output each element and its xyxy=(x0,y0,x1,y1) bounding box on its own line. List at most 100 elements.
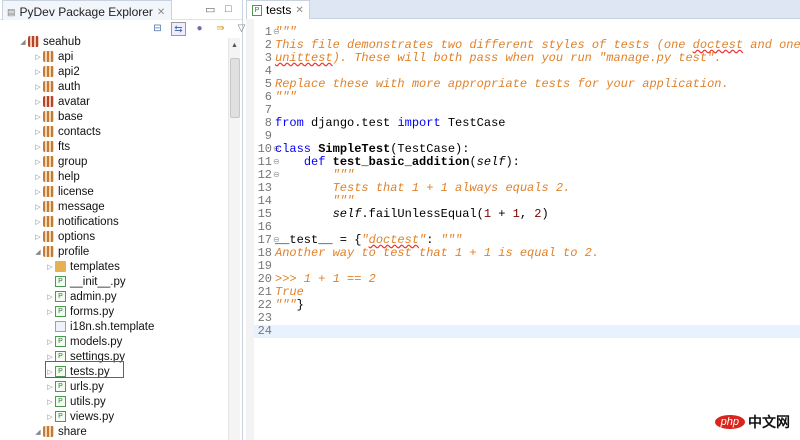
collapsed-arrow-icon[interactable]: ▷ xyxy=(33,233,43,241)
collapsed-arrow-icon[interactable]: ▷ xyxy=(33,83,43,91)
tree-item-views-py[interactable]: ▷ Pviews.py xyxy=(45,409,114,424)
tree-item-contacts[interactable]: ▷ contacts xyxy=(33,124,101,139)
python-file-icon: P xyxy=(55,381,66,392)
editor-tab-bar: P tests ✕ xyxy=(246,0,800,19)
code-line[interactable]: 22 """} xyxy=(254,299,800,312)
collapsed-arrow-icon[interactable]: ▷ xyxy=(33,68,43,76)
tree-item-group[interactable]: ▷ group xyxy=(33,154,87,169)
collapsed-arrow-icon[interactable]: ▷ xyxy=(45,353,55,361)
tree-item-models-py[interactable]: ▷ Pmodels.py xyxy=(45,334,122,349)
code-line[interactable]: 21 True xyxy=(254,286,800,299)
code-line[interactable]: 15 self.failUnlessEqual(1 + 1, 2) xyxy=(254,208,800,221)
tree-item-label: admin.py xyxy=(70,290,117,303)
tree-item-options[interactable]: ▷ options xyxy=(33,229,95,244)
collapsed-arrow-icon[interactable]: ▷ xyxy=(33,113,43,121)
collapsed-arrow-icon[interactable]: ▷ xyxy=(45,293,55,301)
tree-item-urls-py[interactable]: ▷ Purls.py xyxy=(45,379,104,394)
tree-item-label: share xyxy=(58,425,87,438)
collapsed-arrow-icon[interactable]: ▷ xyxy=(45,338,55,346)
collapsed-arrow-icon[interactable]: ▷ xyxy=(45,398,55,406)
code-line[interactable]: 5 Replace these with more appropriate tes… xyxy=(254,78,800,91)
expanded-arrow-icon[interactable]: ◢ xyxy=(33,428,43,436)
explorer-scrollbar[interactable]: ▲ xyxy=(228,38,240,440)
tree-item--init-py[interactable]: P __init__.py xyxy=(45,274,126,289)
collapsed-arrow-icon[interactable]: ▷ xyxy=(33,218,43,226)
tree-item-avatar[interactable]: ▷ avatar xyxy=(33,94,90,109)
close-icon[interactable]: ✕ xyxy=(157,7,165,18)
tree-item-utils-py[interactable]: ▷ Putils.py xyxy=(45,394,106,409)
collapsed-arrow-icon[interactable]: ▷ xyxy=(33,53,43,61)
collapsed-arrow-icon[interactable]: ▷ xyxy=(33,158,43,166)
collapsed-arrow-icon[interactable]: ▷ xyxy=(33,188,43,196)
code-line[interactable]: 24 xyxy=(254,325,800,338)
tree-item-share[interactable]: ◢ share xyxy=(33,424,87,439)
python-file-icon: P xyxy=(55,396,66,407)
tree-item-auth[interactable]: ▷ auth xyxy=(33,79,80,94)
filter-icon[interactable]: ● xyxy=(192,22,207,36)
collapsed-arrow-icon[interactable]: ▷ xyxy=(45,263,55,271)
folder-icon xyxy=(55,261,66,272)
expanded-arrow-icon[interactable]: ◢ xyxy=(33,248,43,256)
code-text: """ xyxy=(275,91,297,104)
python-file-icon: P xyxy=(55,336,66,347)
tree-item-api[interactable]: ▷ api xyxy=(33,49,73,64)
collapsed-arrow-icon[interactable]: ▷ xyxy=(33,173,43,181)
tree-item-notifications[interactable]: ▷ notifications xyxy=(33,214,118,229)
code-token: django.test xyxy=(303,116,398,130)
collapsed-arrow-icon[interactable]: ▷ xyxy=(33,203,43,211)
collapse-all-icon[interactable]: ⊟ xyxy=(150,22,165,36)
code-line[interactable]: 18 Another way to test that 1 + 1 is equa… xyxy=(254,247,800,260)
tab-tests[interactable]: P tests ✕ xyxy=(246,0,310,19)
code-token: """ xyxy=(275,90,297,104)
collapsed-arrow-icon[interactable]: ▷ xyxy=(33,143,43,151)
collapsed-arrow-icon[interactable]: ▷ xyxy=(33,128,43,136)
minimize-icon[interactable]: ▭ xyxy=(205,3,215,16)
tree-item-label: license xyxy=(58,185,94,198)
package-icon xyxy=(43,51,54,62)
tree-item-templates[interactable]: ▷ templates xyxy=(45,259,120,274)
code-token: " xyxy=(361,233,369,247)
package-explorer-panel: ▤ PyDev Package Explorer ✕ ▭ □ ⊟ ⇆ ● ⇛ ▽… xyxy=(0,0,245,440)
forward-icon[interactable]: ⇛ xyxy=(213,22,228,36)
tree-item-api2[interactable]: ▷ api2 xyxy=(33,64,80,79)
code-text: unittest). These will both pass when you… xyxy=(275,52,721,65)
expanded-arrow-icon[interactable]: ◢ xyxy=(18,38,28,46)
code-line[interactable]: 8 from django.test import TestCase xyxy=(254,117,800,130)
code-token: Tests that 1 + 1 always equals 2. xyxy=(275,181,571,195)
tree-item-admin-py[interactable]: ▷ Padmin.py xyxy=(45,289,117,304)
code-token: Replace these with more appropriate test… xyxy=(275,77,729,91)
code-token: doctest xyxy=(692,38,744,52)
scroll-up-icon[interactable]: ▲ xyxy=(229,42,240,49)
code-area[interactable]: 1 ⊖ """ 2 This file demonstrates two differe… xyxy=(254,19,800,440)
tree-item-forms-py[interactable]: ▷ Pforms.py xyxy=(45,304,114,319)
tree-item-label: utils.py xyxy=(70,395,106,408)
line-number: 24 xyxy=(257,324,272,338)
code-line[interactable]: 23 xyxy=(254,312,800,325)
link-with-editor-icon[interactable]: ⇆ xyxy=(171,22,186,36)
explorer-tab[interactable]: ▤ PyDev Package Explorer ✕ xyxy=(2,0,173,20)
tree-item-label: api2 xyxy=(58,65,80,78)
code-token: 1 xyxy=(512,207,520,221)
collapsed-arrow-icon[interactable]: ▷ xyxy=(33,98,43,106)
tree-item-base[interactable]: ▷ base xyxy=(33,109,83,124)
collapsed-arrow-icon[interactable]: ▷ xyxy=(45,308,55,316)
tree-item-label: options xyxy=(58,230,96,243)
code-token: ): xyxy=(505,155,520,169)
code-line[interactable]: 3 unittest). These will both pass when yo… xyxy=(254,52,800,65)
tree-item-license[interactable]: ▷ license xyxy=(33,184,94,199)
code-line[interactable]: 20 >>> 1 + 1 == 2 xyxy=(254,273,800,286)
maximize-icon[interactable]: □ xyxy=(225,3,232,15)
tree-item-message[interactable]: ▷ message xyxy=(33,199,104,214)
code-token: """ xyxy=(440,233,463,247)
code-line[interactable]: 6 """ xyxy=(254,91,800,104)
tree-item-i18n-sh-template[interactable]: i18n.sh.template xyxy=(45,319,154,334)
tree-item-help[interactable]: ▷ help xyxy=(33,169,79,184)
scrollbar-thumb[interactable] xyxy=(230,58,240,118)
collapsed-arrow-icon[interactable]: ▷ xyxy=(45,413,55,421)
tree-item-profile[interactable]: ◢ profile xyxy=(33,244,89,259)
close-icon[interactable]: ✕ xyxy=(295,5,303,16)
tree-item-seahub[interactable]: ◢ seahub xyxy=(18,34,80,49)
package-icon xyxy=(43,246,54,257)
tree-item-fts[interactable]: ▷ fts xyxy=(33,139,70,154)
collapsed-arrow-icon[interactable]: ▷ xyxy=(45,383,55,391)
